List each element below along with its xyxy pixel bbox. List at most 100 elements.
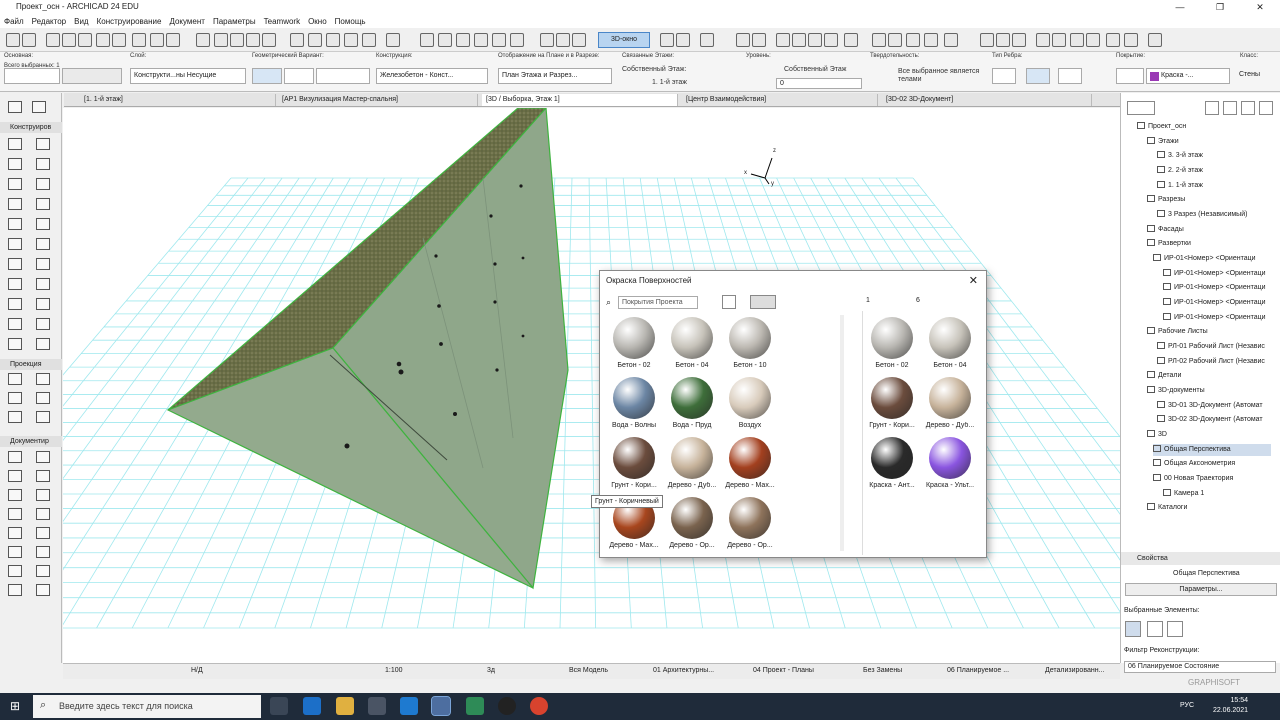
- view-map-icon[interactable]: [1223, 101, 1237, 115]
- design-tool-icon[interactable]: [8, 258, 22, 270]
- toolbar-tool-icon[interactable]: [62, 33, 76, 47]
- toolbar-tool-icon[interactable]: [166, 33, 180, 47]
- doc-tool-icon[interactable]: [8, 527, 22, 539]
- display-select[interactable]: План Этажа и Разрез...: [498, 68, 612, 84]
- menu-edit[interactable]: Редактор: [32, 17, 66, 26]
- edge-icon[interactable]: [303, 697, 321, 715]
- toolbar-tool-icon[interactable]: [492, 33, 506, 47]
- design-tool-icon[interactable]: [8, 338, 22, 350]
- toolbar-tool-icon[interactable]: [1070, 33, 1084, 47]
- status-scale[interactable]: 1:100: [385, 667, 403, 674]
- used-material-tile[interactable]: Дерево - Дуб...: [922, 377, 978, 429]
- tree-catalogs[interactable]: Каталоги: [1147, 502, 1187, 514]
- doc-tool-icon[interactable]: [36, 470, 50, 482]
- toolbar-tool-icon[interactable]: [262, 33, 276, 47]
- toolbar-tool-icon[interactable]: [1052, 33, 1066, 47]
- material-search-input[interactable]: Покрытия Проекта: [618, 296, 698, 309]
- toolbar-tool-icon[interactable]: [776, 33, 790, 47]
- design-tool-icon[interactable]: [36, 158, 50, 170]
- design-tool-icon[interactable]: [36, 298, 50, 310]
- design-tool-icon[interactable]: [36, 178, 50, 190]
- design-tool-icon[interactable]: [8, 278, 22, 290]
- menu-help[interactable]: Помощь: [335, 17, 366, 26]
- toolbar-tool-icon[interactable]: [540, 33, 554, 47]
- windows-start-icon[interactable]: ⊞: [10, 699, 20, 713]
- status-overrides[interactable]: Без Замены: [863, 667, 902, 674]
- minimize-button[interactable]: —: [1160, 0, 1200, 14]
- status-nd[interactable]: Н/Д: [191, 667, 203, 674]
- design-tool-icon[interactable]: [36, 278, 50, 290]
- selected-elements-icon-3[interactable]: [1167, 621, 1183, 637]
- taskbar-clock[interactable]: 15:54 22.06.2021: [1213, 696, 1248, 716]
- toolbar-tool-icon[interactable]: [1148, 33, 1162, 47]
- toolbar-tool-icon[interactable]: [96, 33, 110, 47]
- explorer-icon[interactable]: [336, 697, 354, 715]
- design-tool-icon[interactable]: [8, 178, 22, 190]
- material-tile[interactable]: Дерево - Ор...: [722, 497, 778, 549]
- taskbar-search[interactable]: Введите здесь текст для поиска: [33, 695, 261, 718]
- toolbar-tool-icon[interactable]: [1012, 33, 1026, 47]
- toolbar-tool-icon[interactable]: [456, 33, 470, 47]
- toolbar-tool-icon[interactable]: [150, 33, 164, 47]
- toolbar-tool-icon[interactable]: [700, 33, 714, 47]
- doc-tool-icon[interactable]: [8, 508, 22, 520]
- construction-select[interactable]: Железобетон - Конст...: [376, 68, 488, 84]
- design-tool-icon[interactable]: [8, 158, 22, 170]
- menu-view[interactable]: Вид: [74, 17, 88, 26]
- tree-3d[interactable]: 3D: [1147, 429, 1167, 441]
- chrome-icon[interactable]: [530, 697, 548, 715]
- tree-facades[interactable]: Фасады: [1147, 224, 1184, 236]
- doc-tool-icon[interactable]: [8, 584, 22, 596]
- tree-details[interactable]: Детали: [1147, 370, 1181, 382]
- geometry-straight-button[interactable]: [252, 68, 282, 84]
- rib-type-3[interactable]: [1058, 68, 1082, 84]
- class-value[interactable]: Стены: [1236, 68, 1280, 84]
- tree-floors[interactable]: Этажи: [1147, 136, 1179, 148]
- tree-3d-doc-1[interactable]: 3D-01 3D-Документ (Автомат: [1157, 400, 1263, 412]
- toolbar-tool-icon[interactable]: [308, 33, 322, 47]
- status-detail[interactable]: Детализированн...: [1045, 667, 1104, 674]
- navigator-view-selector[interactable]: [1127, 101, 1155, 115]
- renovation-filter-select[interactable]: 06 Планируемое Состояние: [1124, 661, 1276, 673]
- toolbar-tool-icon[interactable]: [824, 33, 838, 47]
- project-map-icon[interactable]: [1205, 101, 1219, 115]
- design-tool-icon[interactable]: [8, 298, 22, 310]
- selected-elements-icon[interactable]: [1125, 621, 1141, 637]
- design-tool-icon[interactable]: [36, 318, 50, 330]
- rib-type-1[interactable]: [992, 68, 1016, 84]
- cover-icon-button[interactable]: [1116, 68, 1144, 84]
- design-tool-icon[interactable]: [36, 218, 50, 230]
- toolbar-tool-icon[interactable]: [6, 33, 20, 47]
- doc-tool-icon[interactable]: [36, 508, 50, 520]
- material-tile[interactable]: Бетон - 02: [606, 317, 662, 369]
- design-tool-icon[interactable]: [8, 218, 22, 230]
- toolbar-tool-icon[interactable]: [996, 33, 1010, 47]
- toolbar-tool-icon[interactable]: [362, 33, 376, 47]
- used-material-tile[interactable]: Бетон - 02: [864, 317, 920, 369]
- material-tile[interactable]: Бетон - 10: [722, 317, 778, 369]
- used-material-tile[interactable]: Бетон - 04: [922, 317, 978, 369]
- properties-header[interactable]: Свойства: [1121, 552, 1280, 565]
- toolbar-tool-icon[interactable]: [420, 33, 434, 47]
- doc-tool-icon[interactable]: [8, 489, 22, 501]
- tab-floor-1[interactable]: [1. 1-й этаж]: [80, 94, 276, 106]
- tree-ir01-c[interactable]: ИР-01<Номер> <Ориентаци: [1163, 297, 1266, 309]
- arrow-tool-icon[interactable]: [8, 101, 22, 113]
- view-tool-icon[interactable]: [8, 373, 22, 385]
- toolbar-tool-icon[interactable]: [344, 33, 358, 47]
- mail-icon[interactable]: [400, 697, 418, 715]
- toolbar-tool-icon[interactable]: [556, 33, 570, 47]
- tree-worksheets[interactable]: Рабочие Листы: [1147, 326, 1208, 338]
- section-document[interactable]: Документир: [0, 436, 62, 447]
- doc-tool-icon[interactable]: [36, 546, 50, 558]
- status-layers[interactable]: 01 Архитектурны...: [653, 667, 714, 674]
- status-plan[interactable]: 06 Планируемое ...: [947, 667, 1009, 674]
- task-view-icon[interactable]: [270, 697, 288, 715]
- menu-window[interactable]: Окно: [308, 17, 327, 26]
- language-indicator[interactable]: РУС: [1180, 702, 1194, 709]
- toolbar-tool-icon[interactable]: [290, 33, 304, 47]
- level-input[interactable]: 0: [776, 78, 862, 89]
- design-tool-icon[interactable]: [8, 238, 22, 250]
- app-green-icon[interactable]: [466, 697, 484, 715]
- toolbar-tool-icon[interactable]: [510, 33, 524, 47]
